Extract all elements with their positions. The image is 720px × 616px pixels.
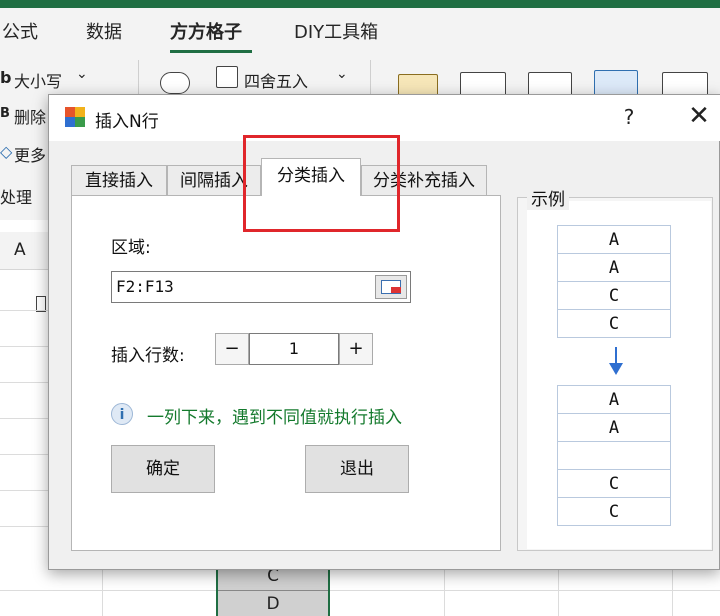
range-select-icon-arrow [391,287,401,293]
round-button[interactable]: 四舍五入 [244,68,308,92]
example-cell: C [557,497,671,526]
exit-button[interactable]: 退出 [305,445,409,493]
table-format-icon[interactable] [460,72,506,96]
range-select-button[interactable] [375,275,407,299]
info-text: 一列下来，遇到不同值就执行插入 [147,408,402,428]
grid-line [0,590,720,591]
dialog-title: 插入N行 [95,112,159,132]
example-label: 示例 [527,185,569,210]
more-button[interactable]: 更多 [14,142,46,166]
app-icon [65,107,85,127]
ribbon-tab-data[interactable]: 数据 [86,18,122,44]
delete-icon: B [0,106,10,121]
info-icon: i [111,403,133,425]
ribbon-tab-fangfang[interactable]: 方方格子 [170,18,242,44]
grid-icon[interactable] [528,72,572,96]
range-value: F2:F13 [116,277,174,296]
paste-icon[interactable] [398,74,438,96]
example-cell: A [557,385,671,414]
rows-count-label: 插入行数: [111,346,185,366]
column-header-a[interactable]: A [14,240,26,260]
example-cell: C [557,469,671,498]
close-button[interactable]: ✕ [685,101,713,131]
cell-value[interactable]: D [218,594,328,614]
ribbon-tab-diy[interactable]: DIY工具箱 [294,18,378,44]
tab-direct-insert[interactable]: 直接插入 [71,165,167,195]
decrement-button[interactable]: − [215,333,249,365]
help-button[interactable]: ? [617,105,641,129]
example-cell: A [557,225,671,254]
example-cell: A [557,253,671,282]
rows-count-input[interactable]: 1 [249,333,339,365]
area-label: 区域: [111,238,151,258]
increment-button[interactable]: + [339,333,373,365]
ribbon-tab-formula[interactable]: 公式 [2,18,38,44]
chevron-down-icon[interactable]: ⌄ [76,66,88,82]
round-icon [216,66,238,88]
arrow-down-icon-head [609,363,623,375]
title-bar-strip [0,0,720,8]
case-icon: b [0,68,12,87]
example-cell: C [557,309,671,338]
example-cell [557,441,671,470]
process-group-label: 处理 [0,188,33,207]
grid-line [218,590,328,591]
active-tab-underline [170,50,252,53]
more-icon: ◇ [0,142,13,161]
refresh-icon[interactable] [160,72,190,94]
swap-icon[interactable] [594,70,638,96]
example-cell: A [557,413,671,442]
case-button[interactable]: 大小写 [14,68,62,92]
delete-button[interactable]: 删除 [14,104,46,128]
chevron-down-icon[interactable]: ⌄ [336,66,348,82]
range-input[interactable]: F2:F13 [111,271,411,303]
table-icon[interactable] [662,72,708,96]
ok-button[interactable]: 确定 [111,445,215,493]
annotation-highlight-box [243,135,400,232]
example-cell: C [557,281,671,310]
